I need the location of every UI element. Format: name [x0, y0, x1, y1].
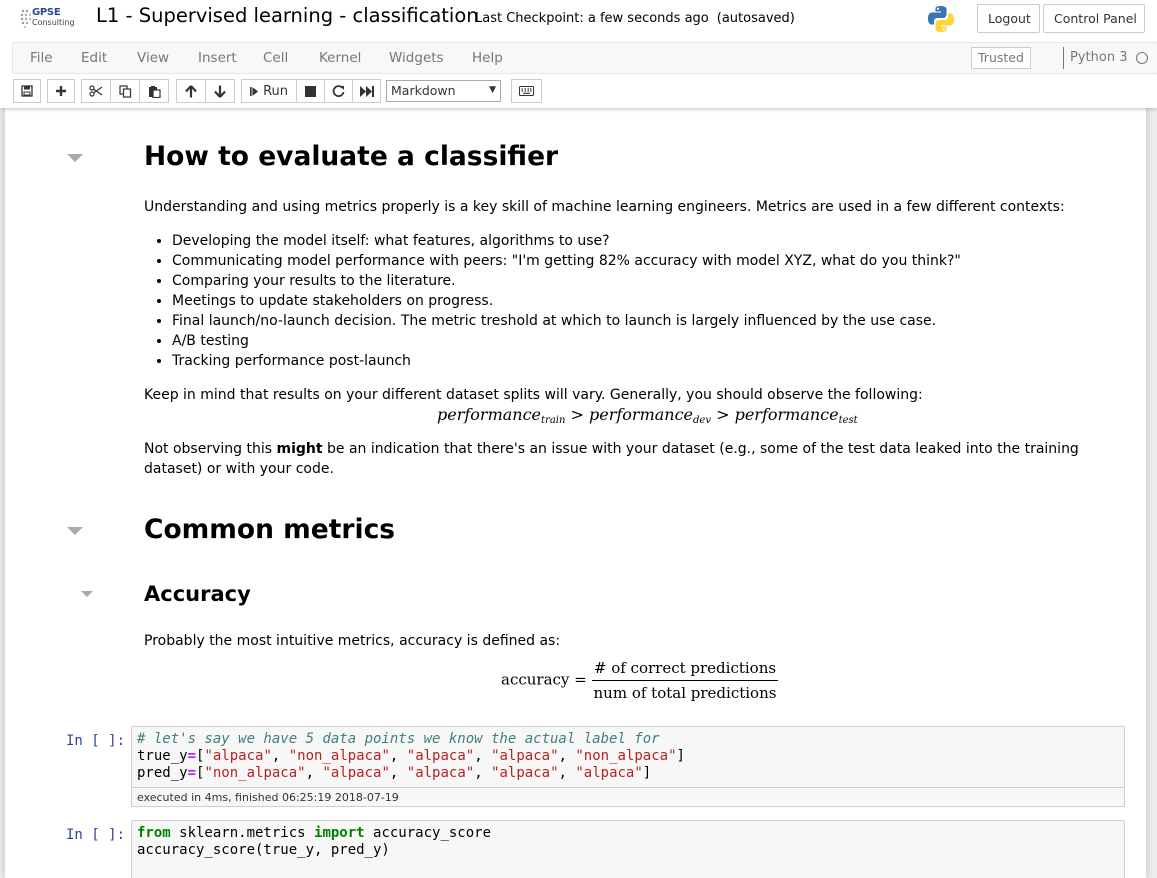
list-item: Developing the model itself: what featur…: [172, 231, 1044, 251]
code-cell-input[interactable]: # let's say we have 5 data points we kno…: [131, 726, 1125, 788]
restart-run-all-button[interactable]: [352, 79, 381, 103]
performance-inequality: performancetrain > performancedev > perf…: [437, 405, 858, 426]
logo-dots-icon: [20, 9, 32, 28]
step-forward-icon: [250, 86, 259, 96]
checkpoint-text: Last Checkpoint: a few seconds ago: [475, 11, 709, 26]
warning-text-bold: might: [276, 441, 323, 457]
code-cell-input[interactable]: from sklearn.metrics import accuracy_sco…: [131, 820, 1125, 878]
cell-type-value: Markdown: [391, 83, 456, 98]
collapse-heading-icon[interactable]: [81, 591, 93, 597]
menu-insert[interactable]: Insert: [198, 50, 237, 66]
list-item: A/B testing: [172, 331, 1044, 351]
copy-button[interactable]: [110, 79, 140, 103]
plus-icon: [56, 86, 66, 96]
cell-type-select[interactable]: Markdown ▼: [386, 80, 501, 102]
interrupt-button[interactable]: [296, 79, 325, 103]
cell-prompt: In [ ]:: [66, 733, 126, 749]
heading-evaluate-classifier: How to evaluate a classifier: [144, 141, 559, 172]
restart-kernel-button[interactable]: [324, 79, 353, 103]
formula-fraction: # of correct predictions num of total pr…: [591, 659, 779, 702]
run-button[interactable]: Run: [241, 79, 297, 103]
list-item: Meetings to update stakeholders on progr…: [172, 291, 1044, 311]
python-logo-icon: [928, 6, 954, 32]
kernel-name[interactable]: Python 3: [1063, 47, 1127, 69]
trusted-indicator[interactable]: Trusted: [971, 47, 1031, 69]
splits-paragraph: Keep in mind that results on your differ…: [144, 387, 923, 403]
formula-numerator: # of correct predictions: [591, 659, 779, 681]
keyboard-icon: [519, 86, 534, 96]
gpse-logo[interactable]: GPSE Consulting: [20, 6, 80, 30]
command-palette-button[interactable]: [511, 79, 542, 103]
run-label: Run: [263, 83, 288, 99]
warning-text-pre: Not observing this: [144, 441, 277, 457]
subscript-dev: dev: [693, 415, 711, 426]
chevron-down-icon: ▼: [489, 85, 496, 95]
menu-kernel[interactable]: Kernel: [319, 50, 361, 66]
warning-paragraph: Not observing this might be an indicatio…: [144, 439, 1089, 479]
paste-icon: [148, 85, 161, 98]
subscript-test: test: [838, 415, 858, 426]
save-icon: [21, 85, 33, 97]
gt-sign: >: [716, 405, 730, 424]
gt-sign: >: [570, 405, 584, 424]
logo-text-bottom: Consulting: [32, 18, 75, 27]
arrow-down-icon: [214, 85, 226, 98]
accuracy-formula: accuracy = # of correct predictions num …: [501, 659, 779, 702]
arrow-up-icon: [185, 84, 197, 97]
control-panel-button[interactable]: Control Panel: [1043, 4, 1145, 33]
notebook-title[interactable]: L1 - Supervised learning - classificatio…: [96, 4, 479, 27]
collapse-heading-icon[interactable]: [67, 527, 83, 535]
cut-button[interactable]: [81, 79, 111, 103]
move-up-button[interactable]: [176, 79, 206, 103]
intro-paragraph: Understanding and using metrics properly…: [144, 199, 1065, 215]
formula-denominator: num of total predictions: [593, 684, 777, 702]
formula-lhs: accuracy =: [501, 670, 587, 689]
notebook-container: How to evaluate a classifier Understandi…: [5, 108, 1146, 878]
menu-widgets[interactable]: Widgets: [389, 50, 444, 66]
subscript-train: train: [541, 415, 566, 426]
menu-view[interactable]: View: [137, 50, 169, 66]
menu-edit[interactable]: Edit: [81, 50, 107, 66]
collapse-heading-icon[interactable]: [67, 154, 83, 162]
perf-word: performance: [734, 405, 839, 424]
logout-button[interactable]: Logout: [977, 4, 1040, 33]
cut-icon: [89, 85, 103, 97]
perf-word: performance: [437, 405, 542, 424]
logo-text-top: GPSE: [32, 7, 61, 18]
kernel-idle-icon: [1136, 52, 1148, 64]
list-item: Communicating model performance with pee…: [172, 251, 1044, 271]
accuracy-intro: Probably the most intuitive metrics, acc…: [144, 633, 561, 649]
menubar: File Edit View Insert Cell Kernel Widget…: [12, 42, 1157, 74]
checkpoint-status: Last Checkpoint: a few seconds ago (autos…: [475, 11, 795, 26]
fast-forward-icon: [359, 85, 374, 97]
restart-icon: [332, 84, 345, 97]
save-button[interactable]: [13, 79, 41, 103]
list-item: Tracking performance post-launch: [172, 351, 1044, 371]
notebook-header: GPSE Consulting L1 - Supervised learning…: [0, 0, 1157, 108]
metrics-contexts-list: Developing the model itself: what featur…: [144, 231, 1044, 371]
menu-file[interactable]: File: [30, 50, 53, 66]
heading-accuracy: Accuracy: [144, 582, 251, 606]
copy-icon: [118, 84, 131, 98]
cell-prompt: In [ ]:: [66, 827, 126, 843]
list-item: Comparing your results to the literature…: [172, 271, 1044, 291]
autosave-status: (autosaved): [716, 11, 795, 26]
menu-cell[interactable]: Cell: [263, 50, 288, 66]
heading-common-metrics: Common metrics: [144, 514, 396, 545]
execution-time-note: executed in 4ms, finished 06:25:19 2018-…: [131, 788, 1125, 807]
stop-icon: [305, 85, 316, 97]
insert-cell-button[interactable]: [47, 79, 75, 103]
perf-word: performance: [589, 405, 694, 424]
paste-button[interactable]: [139, 79, 169, 103]
list-item: Final launch/no-launch decision. The met…: [172, 311, 1044, 331]
move-down-button[interactable]: [205, 79, 235, 103]
menu-help[interactable]: Help: [472, 50, 503, 66]
